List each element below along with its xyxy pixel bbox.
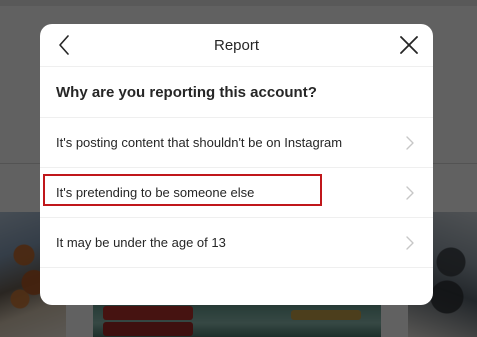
close-icon [400,36,418,54]
chevron-right-icon [406,185,414,200]
report-option-inappropriate-content[interactable]: It's posting content that shouldn't be o… [40,118,433,168]
close-button[interactable] [397,32,421,58]
screen: Report Why are you reporting this accoun… [0,0,477,337]
report-question: Why are you reporting this account? [40,67,433,118]
option-label: It may be under the age of 13 [56,235,226,250]
back-button[interactable] [54,32,74,58]
report-option-underage[interactable]: It may be under the age of 13 [40,218,433,268]
dialog-header: Report [40,24,433,67]
chevron-left-icon [59,35,69,55]
highlight-annotation-box [43,174,322,206]
dialog-title: Report [213,36,260,54]
chevron-right-icon [406,135,414,150]
report-dialog: Report Why are you reporting this accoun… [40,24,433,305]
chevron-right-icon [406,235,414,250]
option-label: It's posting content that shouldn't be o… [56,135,343,150]
